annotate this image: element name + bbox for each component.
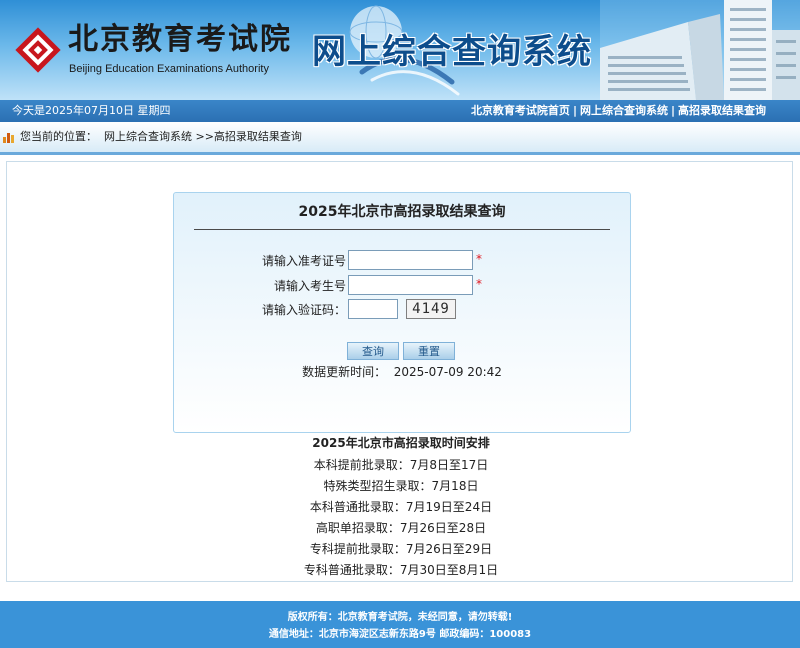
building-decoration-icon bbox=[600, 0, 800, 100]
breadcrumb-text: 您当前的位置： 网上综合查询系统 >>高招录取结果查询 bbox=[20, 122, 302, 152]
candidate-number-label: 请输入考生号 bbox=[273, 279, 346, 293]
captcha-input[interactable] bbox=[348, 299, 398, 319]
schedule-item: 专科提前批录取：7月26日至29日 bbox=[309, 542, 493, 556]
reset-button[interactable]: 重置 bbox=[403, 342, 455, 360]
current-date: 今天是2025年07月10日 星期四 bbox=[12, 104, 171, 117]
breadcrumb: 您当前的位置： 网上综合查询系统 >>高招录取结果查询 bbox=[0, 122, 800, 152]
footer-copyright: 版权所有：北京教育考试院，未经同意，请勿转载! bbox=[287, 612, 513, 623]
breadcrumb-item-query-system[interactable]: 网上综合查询系统 bbox=[104, 130, 192, 143]
page-footer: 版权所有：北京教育考试院，未经同意，请勿转载! 通信地址：北京市海淀区志新东路9… bbox=[0, 601, 800, 648]
authority-logo-icon bbox=[15, 27, 61, 73]
location-icon bbox=[3, 133, 14, 143]
query-panel: 2025年北京市高招录取结果查询 请输入准考证号 * 请输入考生号 * 请输入验… bbox=[173, 192, 631, 433]
nav-separator: | bbox=[572, 104, 577, 117]
admission-ticket-input[interactable] bbox=[348, 250, 473, 270]
schedule-item: 专科普通批录取：7月30日至8月1日 bbox=[303, 563, 499, 577]
candidate-number-row: 请输入考生号 * bbox=[174, 275, 630, 297]
schedule-item: 高职单招录取：7月26日至28日 bbox=[315, 521, 487, 535]
required-mark: * bbox=[476, 252, 482, 266]
header-banner: 北京教育考试院 Beijing Education Examinations A… bbox=[0, 0, 800, 100]
schedule-item: 特殊类型招生录取：7月18日 bbox=[323, 479, 479, 493]
updated-label: 数据更新时间： bbox=[302, 365, 387, 379]
query-title: 2025年北京市高招录取结果查询 bbox=[298, 204, 506, 220]
required-mark: * bbox=[476, 277, 482, 291]
captcha-row: 请输入验证码： 4149 bbox=[174, 299, 630, 321]
query-button[interactable]: 查询 bbox=[347, 342, 399, 360]
updated-value: 2025-07-09 20:42 bbox=[393, 365, 502, 379]
nav-link-query-system[interactable]: 网上综合查询系统 bbox=[580, 104, 668, 117]
nav-link-admission-results[interactable]: 高招录取结果查询 bbox=[678, 104, 766, 117]
breadcrumb-item-current: >>高招录取结果查询 bbox=[195, 130, 302, 143]
schedule-item: 本科提前批录取：7月8日至17日 bbox=[313, 458, 489, 472]
captcha-label: 请输入验证码： bbox=[261, 303, 346, 317]
schedule-item: 本科普通批录取：7月19日至24日 bbox=[309, 500, 493, 514]
system-title: 网上综合查询系统 bbox=[312, 32, 592, 72]
top-navbar: 今天是2025年07月10日 星期四 北京教育考试院首页 | 网上综合查询系统 | 高招… bbox=[0, 100, 800, 122]
query-title-divider bbox=[194, 229, 610, 230]
breadcrumb-divider bbox=[0, 152, 800, 155]
admission-ticket-row: 请输入准考证号 * bbox=[174, 250, 630, 272]
nav-link-home[interactable]: 北京教育考试院首页 bbox=[471, 104, 570, 117]
nav-separator: | bbox=[670, 104, 675, 117]
data-update-time: 数据更新时间： 2025-07-09 20:42 bbox=[174, 364, 630, 380]
admission-ticket-label: 请输入准考证号 bbox=[261, 254, 346, 268]
org-name-cn: 北京教育考试院 bbox=[68, 22, 292, 57]
captcha-image[interactable]: 4149 bbox=[406, 299, 456, 319]
org-name-en: Beijing Education Examinations Authority bbox=[69, 63, 269, 75]
breadcrumb-prefix: 您当前的位置： bbox=[20, 130, 97, 143]
schedule-title: 2025年北京市高招录取时间安排 bbox=[312, 436, 490, 450]
candidate-number-input[interactable] bbox=[348, 275, 473, 295]
nav-links: 北京教育考试院首页 | 网上综合查询系统 | 高招录取结果查询 bbox=[471, 100, 766, 122]
footer-address: 通信地址：北京市海淀区志新东路9号 邮政编码：100083 bbox=[268, 629, 532, 640]
